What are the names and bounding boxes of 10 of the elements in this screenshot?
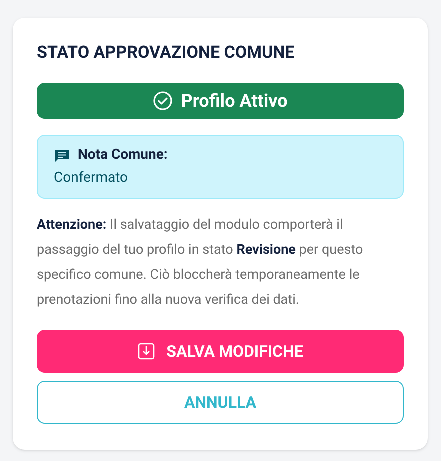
download-icon	[138, 343, 155, 360]
save-button[interactable]: SALVA MODIFICHE	[37, 330, 404, 373]
note-title: Nota Comune:	[78, 146, 168, 165]
note-text: Confermato	[54, 169, 130, 188]
chat-icon	[54, 148, 70, 164]
warning-text: Attenzione: Il salvataggio del modulo comporterà il passaggio del tuo profilo in stato Revisione per questo specifico comune. Ciò bloccherà temporaneamente le prenotazioni fino alla nuova verifica dei dati.	[37, 216, 364, 310]
check-circle-icon	[153, 91, 174, 111]
cancel-button[interactable]: ANNULLA	[37, 381, 404, 424]
status-label: Profilo Attivo	[181, 90, 288, 114]
card-title: STATO APPROVAZIONE COMUNE	[37, 42, 296, 65]
